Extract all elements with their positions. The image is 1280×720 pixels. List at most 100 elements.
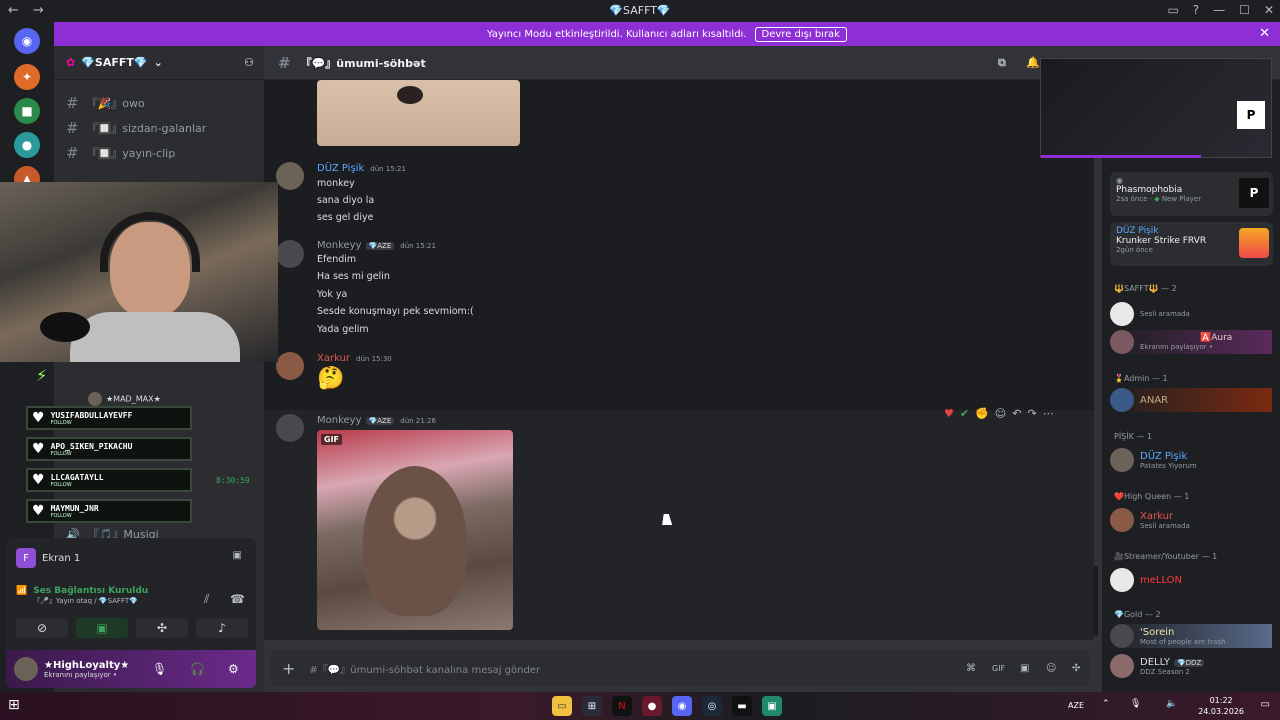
- chevron-up-icon[interactable]: ⌃: [1102, 699, 1110, 709]
- preview-logo: P: [1237, 101, 1265, 129]
- message-author[interactable]: Xarkur dün 15:30: [317, 353, 392, 364]
- activities-button[interactable]: ✣: [136, 618, 188, 638]
- alert-name: YUSIFABDULLAYEVFF: [50, 410, 133, 420]
- heart-icon: ♥: [32, 472, 45, 488]
- channel-item[interactable]: # 『🔲』yayın-clip: [66, 144, 175, 162]
- avatar[interactable]: [276, 352, 304, 380]
- member-status: Sesli aramada: [1140, 310, 1190, 318]
- microphone-icon[interactable]: 🎙: [152, 662, 167, 676]
- maximize-button[interactable]: ☐: [1239, 3, 1250, 17]
- steam-icon[interactable]: ◎: [702, 696, 722, 716]
- app-icon[interactable]: ▣: [762, 696, 782, 716]
- close-button[interactable]: ✕: [1264, 3, 1274, 17]
- taskbar-language[interactable]: AZE: [1068, 701, 1084, 710]
- member-item[interactable]: Xarkur Sesli aramada: [1110, 508, 1190, 532]
- banner-close-icon[interactable]: ✕: [1259, 26, 1270, 41]
- message-author[interactable]: DÜZ Pişik dün 15:21: [317, 163, 406, 174]
- member-group-title: PİŞİK — 1: [1114, 432, 1153, 441]
- bell-icon[interactable]: 🔔: [1026, 56, 1040, 69]
- add-reaction-icon[interactable]: ☺: [995, 407, 1006, 420]
- discord-home-icon[interactable]: ◉: [14, 28, 40, 54]
- terminal-icon[interactable]: ▬: [732, 696, 752, 716]
- thumb-reaction-icon[interactable]: ✊: [975, 407, 989, 420]
- server-icon[interactable]: ●: [14, 132, 40, 158]
- threads-icon[interactable]: ⧉: [998, 56, 1006, 70]
- message-image[interactable]: [317, 80, 520, 146]
- add-user-icon[interactable]: ⚇: [244, 56, 254, 69]
- member-item[interactable]: ANAR: [1110, 388, 1272, 412]
- disable-streamer-mode-button[interactable]: Devre dışı bırak: [754, 26, 847, 42]
- noise-suppression-icon[interactable]: ⫽: [204, 592, 209, 607]
- app-icon[interactable]: ●: [642, 696, 662, 716]
- message-list[interactable]: DÜZ Pişik dün 15:21 monkey sana diyo la s…: [264, 80, 1094, 640]
- member-item[interactable]: 🅰️Aura Ekranını paylaşıyor •: [1110, 330, 1272, 354]
- discord-icon[interactable]: ◉: [672, 696, 692, 716]
- check-reaction-icon[interactable]: ✔: [960, 407, 969, 420]
- member-list: P ◉ Phasmophobia 2sa önce · ◆ New Player…: [1040, 58, 1280, 692]
- alert-action: FOLLOW: [50, 512, 72, 519]
- forward-icon[interactable]: ↷: [1027, 407, 1036, 420]
- voice-status[interactable]: 📶 Ses Bağlantısı Kuruldu 『🎤』Yayın otaq / …: [16, 586, 148, 606]
- avatar[interactable]: [276, 240, 304, 268]
- notification-icon[interactable]: ▭: [1261, 699, 1270, 710]
- activity-card[interactable]: DÜZ Pişik Krunker Strike FRVR 2gün önce: [1110, 222, 1273, 266]
- role-tag: 💎AZE: [365, 417, 395, 425]
- gif-icon[interactable]: GIF: [992, 664, 1005, 673]
- mic-tray-icon[interactable]: 🎙: [1130, 699, 1141, 709]
- follow-alert: ♥ YUSIFABDULLAYEVFF FOLLOW: [26, 406, 192, 430]
- minimize-button[interactable]: —: [1213, 3, 1225, 17]
- settings-icon[interactable]: ⚙: [228, 662, 239, 676]
- add-attachment-icon[interactable]: +: [282, 659, 295, 678]
- alert-name: MAYMUN_JNR: [50, 503, 99, 513]
- headphones-icon[interactable]: 🎧: [190, 662, 205, 676]
- avatar[interactable]: [276, 162, 304, 190]
- message-input[interactable]: + #『💬』ümumi-söhbət kanalına mesaj gönder…: [270, 650, 1090, 686]
- screen-share-row[interactable]: F Ekran 1: [16, 548, 80, 568]
- server-icon[interactable]: ✦: [14, 64, 40, 90]
- taskbar-clock[interactable]: 01:22 24.03.2026: [1198, 695, 1244, 717]
- webcam-overlay: [0, 182, 278, 362]
- member-item[interactable]: DÜZ Pişik Patates Yiyorum: [1110, 448, 1197, 472]
- screen-share-button[interactable]: ▣: [76, 618, 128, 638]
- windows-start-icon[interactable]: ⊞: [8, 697, 20, 713]
- emoji-icon[interactable]: ☺: [1046, 663, 1056, 674]
- volume-icon[interactable]: 🔈: [1166, 699, 1177, 709]
- store-icon[interactable]: ⊞: [582, 696, 602, 716]
- inbox-icon[interactable]: ▭: [1167, 3, 1178, 17]
- role-tag: 💎AZE: [365, 242, 395, 250]
- scrollbar[interactable]: [1094, 566, 1098, 636]
- help-icon[interactable]: ?: [1193, 3, 1199, 17]
- channel-title: 『💬』ümumi-söhbət: [300, 56, 426, 70]
- channel-item[interactable]: # 『🔲』sizdan-galanlar: [66, 119, 206, 137]
- channel-item[interactable]: # 『🎉』owo: [66, 94, 145, 112]
- member-item[interactable]: meLLON: [1110, 568, 1182, 592]
- gift-icon[interactable]: ⌘: [966, 663, 976, 674]
- game-logo: [1239, 228, 1269, 258]
- server-header[interactable]: ✿ 💎SAFFT💎 ⌄ ⚇: [54, 46, 264, 80]
- heart-reaction-icon[interactable]: ♥: [944, 407, 954, 420]
- camera-off-button[interactable]: ⊘: [16, 618, 68, 638]
- member-item[interactable]: Sesli aramada: [1110, 302, 1190, 326]
- heart-icon: ♥: [32, 441, 45, 457]
- avatar[interactable]: [276, 414, 304, 442]
- member-item[interactable]: DELLY 💎DDZ DDZ Season 2: [1110, 654, 1205, 678]
- account-row[interactable]: ★HighLoyalty★ Ekranını paylaşıyor • 🎙 🎧 ⚙: [6, 650, 256, 688]
- server-icon[interactable]: ■: [14, 98, 40, 124]
- disconnect-icon[interactable]: ☎: [230, 592, 245, 606]
- member-item[interactable]: 'Sorein Most of people are trash: [1110, 624, 1272, 648]
- soundboard-button[interactable]: ♪: [196, 618, 248, 638]
- apps-icon[interactable]: ✣: [1072, 663, 1080, 674]
- reply-icon[interactable]: ↶: [1012, 407, 1021, 420]
- message-author[interactable]: Monkeyy 💎AZE dün 21:26: [317, 415, 436, 426]
- file-explorer-icon[interactable]: ▭: [552, 696, 572, 716]
- gif-attachment[interactable]: GIF: [317, 430, 513, 630]
- netflix-icon[interactable]: N: [612, 696, 632, 716]
- more-icon[interactable]: ⋯: [1043, 407, 1054, 420]
- sticker-icon[interactable]: ▣: [1020, 663, 1029, 674]
- message-author[interactable]: Monkeyy 💎AZE dün 15:21: [317, 240, 436, 251]
- window-title: 💎SAFFT💎: [609, 4, 671, 17]
- stream-preview[interactable]: P: [1040, 58, 1272, 158]
- activity-card[interactable]: ◉ Phasmophobia 2sa önce · ◆ New Player P: [1110, 172, 1273, 216]
- screen-close-icon[interactable]: ▣: [233, 550, 242, 561]
- message-actions: ♥ ✔ ✊ ☺ ↶ ↷ ⋯: [940, 402, 1088, 424]
